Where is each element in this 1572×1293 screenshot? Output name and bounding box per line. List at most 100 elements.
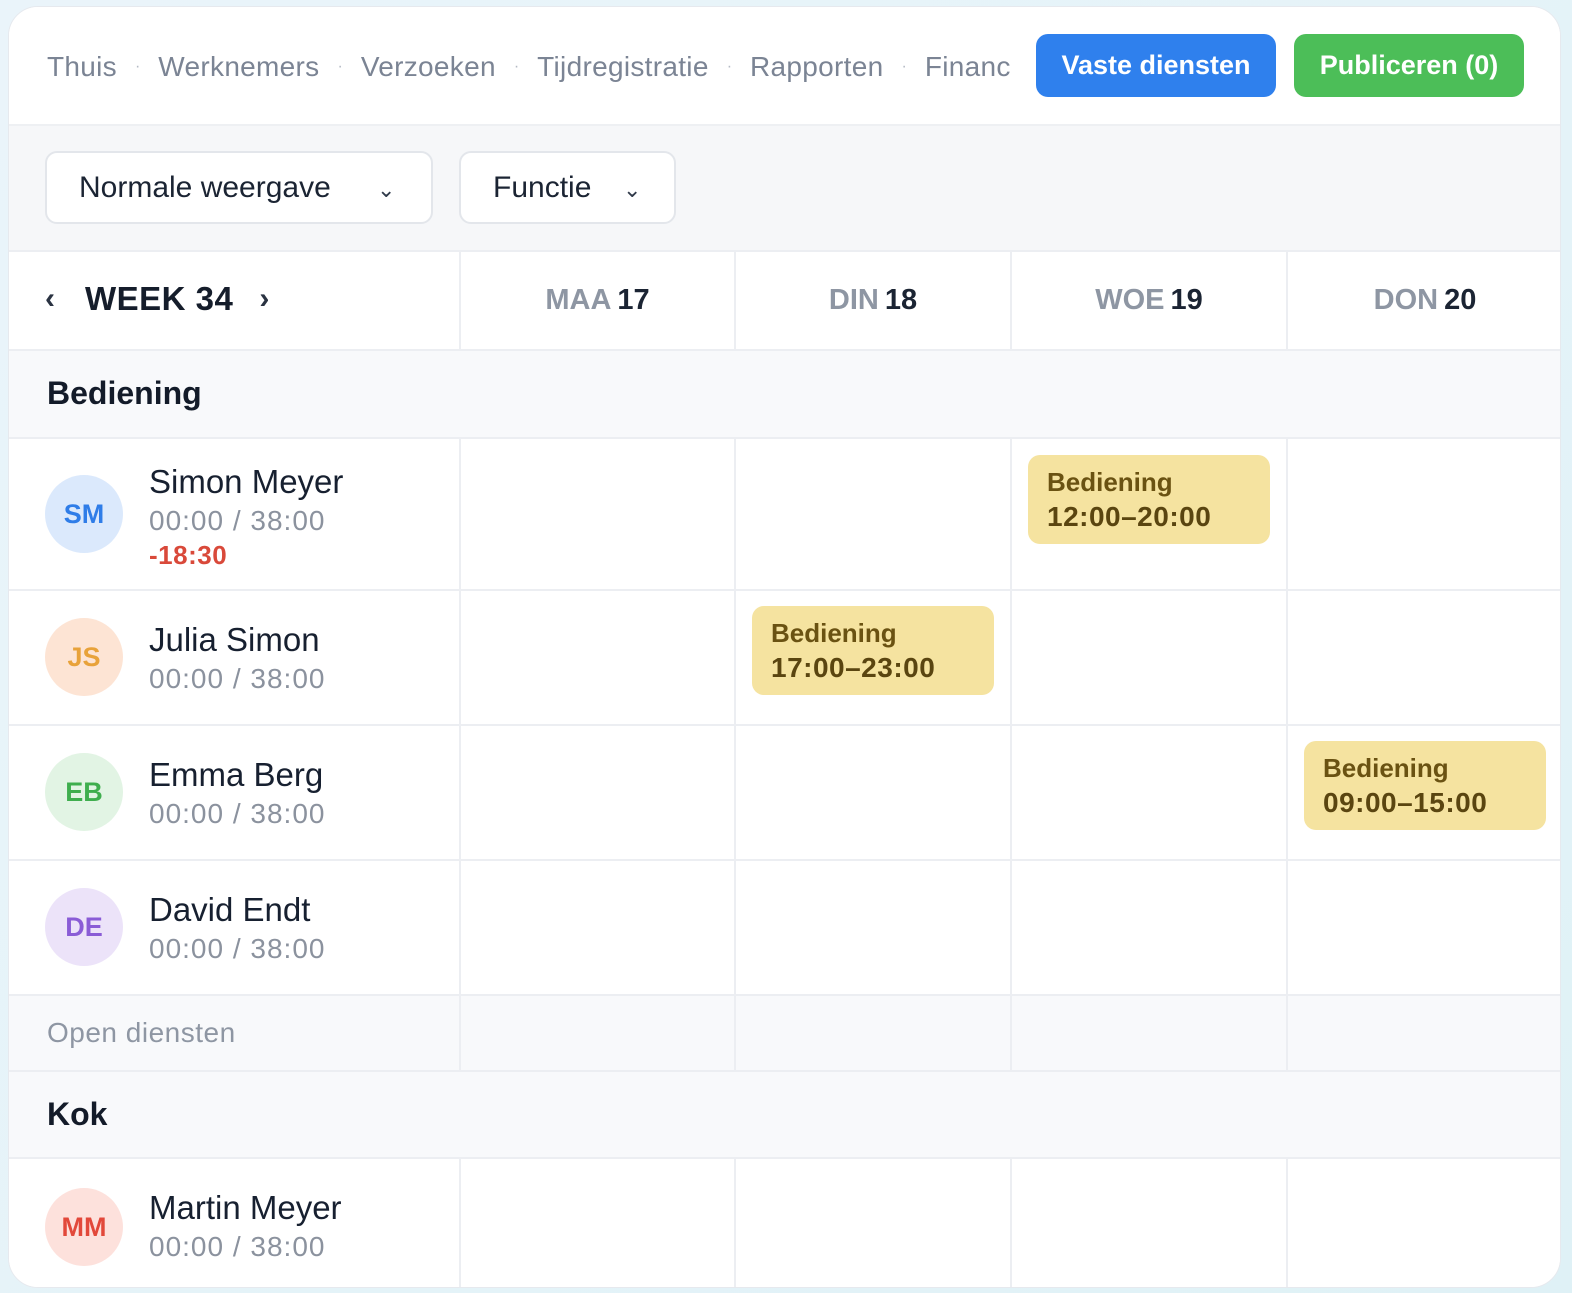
nav-item-werknemers[interactable]: Werknemers: [158, 51, 319, 83]
shift-time: 12:00–20:00: [1047, 501, 1212, 532]
avatar: DE: [45, 888, 123, 966]
day-header: DIN 18: [734, 252, 1010, 349]
group-title: Bediening: [47, 375, 202, 411]
schedule-cell[interactable]: [734, 1159, 1010, 1287]
schedule-cell[interactable]: Bediening 09:00–15:00: [1286, 726, 1560, 859]
chevron-down-icon: ⌄: [623, 177, 642, 202]
shift-function: Bediening: [771, 618, 897, 648]
scheduler-card: Thuis · Werknemers · Verzoeken · Tijdreg…: [8, 6, 1561, 1288]
nav-separator: ·: [134, 58, 141, 75]
shift-block[interactable]: Bediening 17:00–23:00: [752, 606, 994, 695]
nav-separator: ·: [337, 58, 343, 75]
shift-time: 09:00–15:00: [1323, 787, 1488, 818]
employee-hours: 00:00 / 38:00: [149, 663, 326, 694]
week-navigator: ‹ WEEK 34 ›: [45, 280, 269, 318]
group-header: Kok: [9, 1072, 1560, 1159]
publish-button[interactable]: Publiceren (0): [1294, 34, 1524, 97]
employee-row: MM Martin Meyer 00:00 / 38:00: [9, 1159, 1560, 1287]
avatar: JS: [45, 618, 123, 696]
day-name: MAA: [545, 284, 612, 316]
schedule-cell[interactable]: [1010, 726, 1286, 859]
chevron-right-icon[interactable]: ›: [259, 282, 269, 316]
schedule-cell[interactable]: [1010, 591, 1286, 724]
schedule-cell[interactable]: [734, 726, 1010, 859]
nav-item-tijdregistratie[interactable]: Tijdregistratie: [537, 51, 709, 83]
schedule-cell[interactable]: Bediening 12:00–20:00: [1010, 439, 1286, 589]
view-select[interactable]: Normale weergave ⌄: [45, 151, 433, 224]
schedule-cell[interactable]: [459, 439, 734, 589]
avatar: SM: [45, 475, 123, 553]
schedule-cell[interactable]: [1286, 996, 1560, 1070]
shift-time: 17:00–23:00: [771, 652, 936, 683]
nav-item-rapporten[interactable]: Rapporten: [750, 51, 883, 83]
employee-row: EB Emma Berg 00:00 / 38:00 Bediening 09:…: [9, 726, 1560, 861]
day-header: WOE 19: [1010, 252, 1286, 349]
nav-item-thuis[interactable]: Thuis: [47, 51, 117, 83]
shift-block[interactable]: Bediening 09:00–15:00: [1304, 741, 1546, 830]
schedule-cell[interactable]: [459, 1159, 734, 1287]
schedule-cell[interactable]: [459, 591, 734, 724]
employee-name[interactable]: Martin Meyer: [149, 1189, 342, 1227]
top-bar: Thuis · Werknemers · Verzoeken · Tijdreg…: [9, 7, 1560, 126]
filter-bar: Normale weergave ⌄ Functie ⌄: [9, 126, 1560, 252]
employee-hours: 00:00 / 38:00: [149, 1231, 326, 1262]
employee-name[interactable]: Simon Meyer: [149, 463, 343, 501]
schedule-cell[interactable]: [734, 861, 1010, 994]
schedule-cell[interactable]: [1010, 996, 1286, 1070]
open-shifts-label: Open diensten: [47, 1017, 236, 1048]
employee-hours: 00:00 / 38:00: [149, 798, 326, 829]
employee-row: DE David Endt 00:00 / 38:00: [9, 861, 1560, 996]
employee-name[interactable]: Emma Berg: [149, 756, 323, 794]
nav-item-financien[interactable]: Financiën: [925, 51, 1012, 83]
schedule-cell[interactable]: [459, 861, 734, 994]
chevron-left-icon[interactable]: ‹: [45, 282, 55, 316]
schedule-cell[interactable]: [1286, 1159, 1560, 1287]
shift-function: Bediening: [1323, 753, 1449, 783]
fixed-shifts-button[interactable]: Vaste diensten: [1036, 34, 1276, 97]
day-name: DON: [1373, 284, 1439, 316]
day-name: DIN: [828, 284, 879, 316]
employee-balance: -18:30: [149, 540, 228, 570]
employee-row: SM Simon Meyer 00:00 / 38:00 -18:30 Bedi…: [9, 439, 1560, 591]
day-date: 18: [884, 284, 918, 316]
main-nav: Thuis · Werknemers · Verzoeken · Tijdreg…: [47, 47, 1012, 87]
view-select-value: Normale weergave: [79, 170, 331, 204]
day-header: DON 20: [1286, 252, 1560, 349]
employee-hours: 00:00 / 38:00: [149, 933, 326, 964]
nav-separator: ·: [513, 58, 520, 75]
day-date: 20: [1444, 284, 1477, 316]
schedule-cell[interactable]: Bediening 17:00–23:00: [734, 591, 1010, 724]
function-select[interactable]: Functie ⌄: [459, 151, 676, 224]
avatar: MM: [45, 1188, 123, 1266]
shift-block[interactable]: Bediening 12:00–20:00: [1028, 455, 1270, 544]
group-header: Bediening: [9, 351, 1560, 439]
shift-function: Bediening: [1047, 467, 1173, 497]
day-date: 17: [617, 284, 650, 316]
employee-name[interactable]: Julia Simon: [149, 621, 320, 659]
open-shifts-row: Open diensten: [9, 996, 1560, 1072]
group-title: Kok: [47, 1096, 108, 1132]
nav-separator: ·: [901, 58, 907, 75]
day-header: MAA 17: [459, 252, 734, 349]
nav-separator: ·: [726, 58, 733, 75]
schedule-cell[interactable]: [459, 726, 734, 859]
calendar-header: ‹ WEEK 34 › MAA 17 DIN 18 WOE 19 DON 20: [9, 252, 1560, 351]
employee-name[interactable]: David Endt: [149, 891, 310, 929]
day-date: 19: [1170, 284, 1203, 316]
avatar: EB: [45, 753, 123, 831]
schedule-cell[interactable]: [459, 996, 734, 1070]
employee-hours: 00:00 / 38:00: [149, 505, 326, 536]
week-label: WEEK 34: [85, 280, 234, 317]
day-name: WOE: [1095, 284, 1165, 316]
nav-item-verzoeken[interactable]: Verzoeken: [361, 51, 496, 83]
schedule-cell[interactable]: [734, 439, 1010, 589]
schedule-cell[interactable]: [1286, 861, 1560, 994]
chevron-down-icon: ⌄: [377, 177, 396, 202]
schedule-cell[interactable]: [1286, 439, 1560, 589]
schedule-cell[interactable]: [734, 996, 1010, 1070]
function-select-value: Functie: [493, 170, 592, 204]
schedule-cell[interactable]: [1010, 1159, 1286, 1287]
employee-row: JS Julia Simon 00:00 / 38:00 Bediening 1…: [9, 591, 1560, 726]
schedule-cell[interactable]: [1010, 861, 1286, 994]
schedule-cell[interactable]: [1286, 591, 1560, 724]
